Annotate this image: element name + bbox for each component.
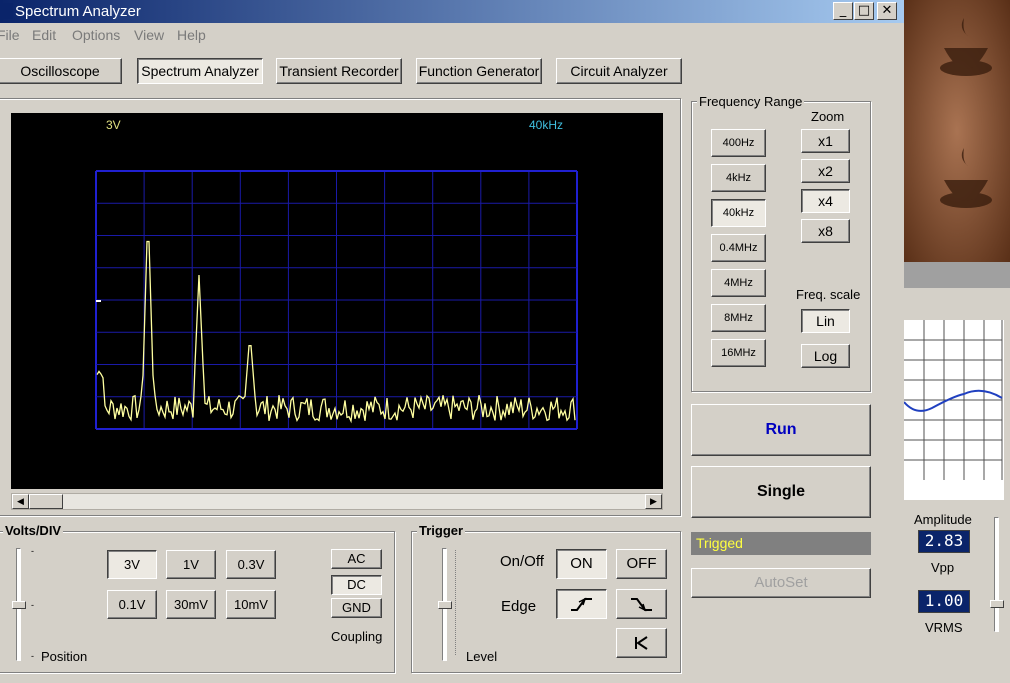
skip-back-icon [635,636,648,650]
falling-edge-button[interactable] [616,589,667,619]
function-generator-button[interactable]: Function Generator [416,58,542,84]
app-icon [0,3,13,19]
menu-bar: File Edit Options View Help [0,23,904,47]
transient-recorder-button[interactable]: Transient Recorder [276,58,402,84]
scroll-left-icon[interactable]: ◀ [12,494,29,509]
autoset-button[interactable]: AutoSet [691,568,871,598]
coupling-gnd-button[interactable]: GND [331,598,382,618]
level-label: Level [466,649,498,664]
wallpaper-svg [904,0,1010,262]
position-label: Position [41,649,88,664]
single-button[interactable]: Single [691,466,871,518]
spectrum-analyzer-button[interactable]: Spectrum Analyzer [137,58,263,84]
vpp-label: Vpp [931,560,955,575]
edge-label: Edge [501,598,537,615]
freq-4khz-button[interactable]: 4kHz [711,164,766,192]
menu-help[interactable]: Help [177,23,206,47]
circuit-analyzer-button[interactable]: Circuit Analyzer [556,58,682,84]
position-slider-thumb[interactable] [12,601,26,609]
side-window: Amplitude 2.83 Vpp 1.00 VRMS [903,262,1010,683]
coupling-label: Coupling [331,629,383,644]
side-waveform [903,389,1003,412]
frequency-range-title: Frequency Range [697,94,805,109]
scroll-right-icon[interactable]: ▶ [645,494,662,509]
close-button[interactable]: ✕ [877,2,897,20]
spectrum-svg: 3V 40kHz [95,118,578,430]
freq-4mhz-button[interactable]: 4MHz [711,269,766,297]
falling-edge-icon [631,598,652,612]
scroll-thumb[interactable] [29,494,63,509]
zoom-x1-button[interactable]: x1 [801,129,850,153]
zoom-x2-button[interactable]: x2 [801,159,850,183]
volts-1v-button[interactable]: 1V [166,550,216,579]
onoff-label: On/Off [500,553,544,570]
menu-edit[interactable]: Edit [32,23,56,47]
window-title: Spectrum Analyzer [15,3,141,20]
desktop-wallpaper [904,0,1010,262]
freq-8mhz-button[interactable]: 8MHz [711,304,766,332]
amplitude-value: 2.83 [918,530,970,553]
coupling-ac-button[interactable]: AC [331,549,382,569]
volts-label: 3V [106,118,121,132]
scale-log-button[interactable]: Log [801,344,850,368]
scale-lin-button[interactable]: Lin [801,309,850,333]
freq-scale-title: Freq. scale [796,287,861,302]
position-tick-bottom: - [31,651,34,661]
volts-10mv-button[interactable]: 10mV [226,590,276,619]
volts-3v-button[interactable]: 3V [107,550,157,579]
position-tick-top: - [31,546,34,556]
trigger-on-button[interactable]: ON [556,549,607,579]
maximize-button[interactable]: □ [854,2,874,20]
freq-label: 40kHz [529,118,563,132]
zoom-title: Zoom [811,109,845,124]
vrms-label: VRMS [925,620,963,635]
zoom-x4-button[interactable]: x4 [801,189,850,213]
volts-30mv-button[interactable]: 30mV [166,590,216,619]
freq-40khz-button[interactable]: 40kHz [711,199,766,227]
volts-0.3v-button[interactable]: 0.3V [226,550,276,579]
amplitude-slider-thumb[interactable] [990,600,1004,608]
level-ticks [455,550,459,655]
trigger-reset-button[interactable] [616,628,667,658]
grid [95,170,578,430]
menu-file[interactable]: File [0,23,20,47]
menu-options[interactable]: Options [72,23,120,47]
rising-edge-button[interactable] [556,589,607,619]
volts-div-title: Volts/DIV [3,523,64,538]
position-tick-mid: - [31,600,34,610]
menu-view[interactable]: View [134,23,164,47]
run-button[interactable]: Run [691,404,871,456]
freq-16mhz-button[interactable]: 16MHz [711,339,766,367]
oscilloscope-button[interactable]: Oscilloscope [0,58,122,84]
minimize-button[interactable]: _ [833,2,853,20]
side-wave-svg [903,320,1003,480]
side-window-titlebar [904,262,1010,288]
trigger-title: Trigger [417,523,466,538]
freq-0.4mhz-button[interactable]: 0.4MHz [711,234,766,262]
level-slider-thumb[interactable] [438,601,452,609]
reference-marker [96,300,101,302]
vrms-value: 1.00 [918,590,970,613]
zoom-x8-button[interactable]: x8 [801,219,850,243]
title-bar: Spectrum Analyzer [0,0,904,23]
side-wave-display [903,320,1004,500]
horizontal-scrollbar[interactable]: ◀ ▶ [11,493,663,510]
rising-edge-icon [571,597,592,611]
status-bar: Trigged [691,532,871,555]
spectrum-display: 3V 40kHz [11,113,663,489]
trigger-off-button[interactable]: OFF [616,549,667,579]
amplitude-slider-track[interactable] [994,517,999,632]
volts-0.1v-button[interactable]: 0.1V [107,590,157,619]
coupling-dc-button[interactable]: DC [331,575,382,595]
amplitude-label: Amplitude [914,512,972,527]
freq-400hz-button[interactable]: 400Hz [711,129,766,157]
